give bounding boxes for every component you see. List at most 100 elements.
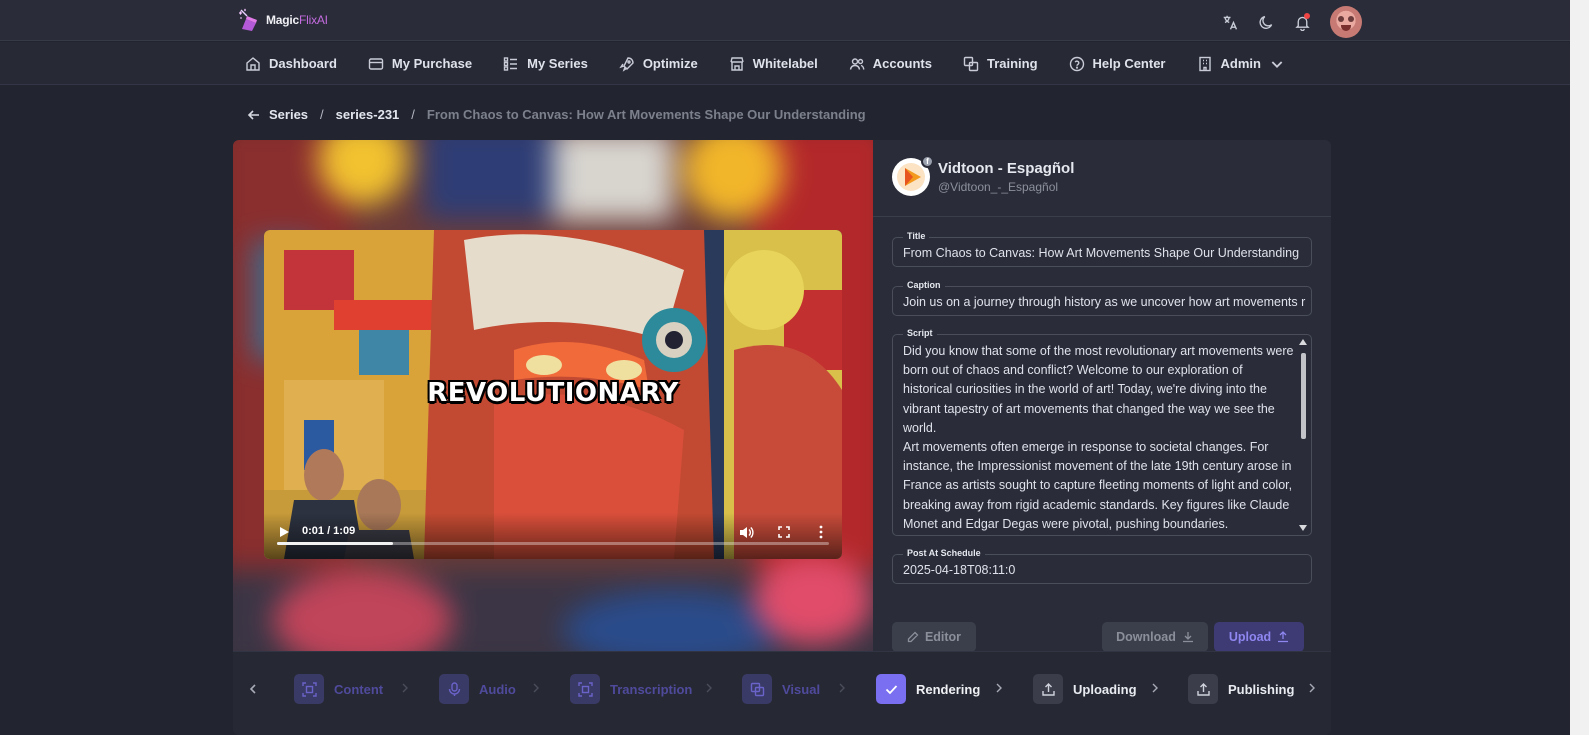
brand-name: MagicFlixAI xyxy=(266,13,328,27)
step-arrow-icon xyxy=(402,683,408,693)
dark-mode-moon-icon[interactable] xyxy=(1248,7,1284,37)
chevron-down-icon xyxy=(1271,60,1283,68)
channel-avatar: f xyxy=(892,155,934,196)
breadcrumb-current: From Chaos to Canvas: How Art Movements … xyxy=(426,107,866,122)
upload-icon xyxy=(1278,631,1289,643)
copy-icon xyxy=(963,56,979,71)
play-icon[interactable] xyxy=(278,526,290,538)
help-circle-icon xyxy=(1069,56,1084,71)
nav-help-center[interactable]: Help Center xyxy=(1069,56,1166,72)
panel-divider xyxy=(873,216,1331,217)
magic-hat-icon xyxy=(239,8,257,31)
nav-admin[interactable]: Admin xyxy=(1197,56,1285,72)
notification-dot xyxy=(1304,13,1310,19)
step-transcription[interactable]: Transcription xyxy=(570,674,692,704)
video-controls: 0:01 / 1:09 xyxy=(264,513,842,559)
caption-label: Caption xyxy=(903,280,945,290)
channel-handle: @Vidtoon_-_Espagñol xyxy=(938,180,1059,194)
download-button[interactable]: Download xyxy=(1102,622,1208,652)
nav-dashboard[interactable]: Dashboard xyxy=(245,56,337,72)
video-progress-bar[interactable] xyxy=(277,542,829,545)
scan-icon xyxy=(294,674,324,704)
step-arrow-icon xyxy=(533,683,539,693)
more-options-icon[interactable] xyxy=(818,525,824,539)
brand-logo[interactable]: MagicFlixAI xyxy=(236,7,328,33)
check-icon xyxy=(876,674,906,704)
breadcrumb-series[interactable]: Series xyxy=(269,107,308,122)
nav-my-series[interactable]: My Series xyxy=(503,56,588,72)
video-time: 0:01 / 1:09 xyxy=(302,525,356,537)
step-arrow-icon xyxy=(839,683,845,693)
step-visual[interactable]: Visual xyxy=(742,674,820,704)
upload-icon xyxy=(1033,674,1063,704)
nav-accounts[interactable]: Accounts xyxy=(849,56,932,72)
breadcrumb: Series / series-231 / From Chaos to Canv… xyxy=(247,107,866,122)
main-nav: Dashboard My Purchase My Series Optimize… xyxy=(0,42,1570,85)
step-arrow-icon xyxy=(706,683,712,693)
details-panel: f Vidtoon - Espagñol @Vidtoon_-_Espagñol… xyxy=(873,140,1331,652)
breadcrumb-separator: / xyxy=(320,107,324,122)
chevron-left-icon[interactable] xyxy=(247,683,259,695)
nav-my-purchase[interactable]: My Purchase xyxy=(368,56,472,72)
scan-icon xyxy=(570,674,600,704)
title-field[interactable]: Title From Chaos to Canvas: How Art Move… xyxy=(892,231,1312,268)
nav-training[interactable]: Training xyxy=(963,56,1038,72)
building-icon xyxy=(1198,56,1211,71)
script-textarea[interactable]: Did you know that some of the most revol… xyxy=(903,342,1295,534)
credit-card-icon xyxy=(368,57,384,70)
page-scrollbar[interactable] xyxy=(1570,0,1589,735)
video-progress-fill xyxy=(277,542,393,545)
video-player[interactable]: REVOLUTIONARY 0:01 / 1:09 xyxy=(264,230,842,559)
video-caption-overlay: REVOLUTIONARY xyxy=(427,378,679,408)
scroll-down-arrow-icon[interactable] xyxy=(1299,525,1307,531)
store-icon xyxy=(730,56,744,71)
step-content[interactable]: Content xyxy=(294,674,383,704)
step-publishing[interactable]: Publishing xyxy=(1188,674,1294,704)
breadcrumb-series-id[interactable]: series-231 xyxy=(336,107,400,122)
schedule-field[interactable]: Post At Schedule 2025-04-18T08:11:0 xyxy=(892,548,1312,585)
caption-field[interactable]: Caption Join us on a journey through his… xyxy=(892,280,1312,317)
upload-button[interactable]: Upload xyxy=(1214,622,1304,652)
nav-optimize[interactable]: Optimize xyxy=(619,56,698,72)
video-preview-area: REVOLUTIONARY 0:01 / 1:09 xyxy=(233,140,873,651)
breadcrumb-separator: / xyxy=(411,107,415,122)
script-field[interactable]: Script Did you know that some of the mos… xyxy=(892,328,1312,536)
step-arrow-icon xyxy=(996,683,1002,693)
channel-name: Vidtoon - Espagñol xyxy=(938,160,1075,177)
script-label: Script xyxy=(903,328,937,338)
top-actions xyxy=(1212,6,1362,38)
facebook-badge-icon: f xyxy=(921,155,934,168)
nav-whitelabel[interactable]: Whitelabel xyxy=(729,56,818,72)
step-arrow-icon xyxy=(1309,683,1315,693)
title-input[interactable]: From Chaos to Canvas: How Art Movements … xyxy=(893,238,1311,268)
caption-input[interactable]: Join us on a journey through history as … xyxy=(893,287,1311,317)
step-rendering[interactable]: Rendering xyxy=(876,674,980,704)
download-icon xyxy=(1182,632,1193,643)
notification-bell-icon[interactable] xyxy=(1284,7,1320,37)
users-icon xyxy=(849,57,865,70)
volume-icon[interactable] xyxy=(739,525,754,540)
translate-icon[interactable] xyxy=(1212,7,1248,37)
back-arrow-icon[interactable] xyxy=(247,108,261,122)
fullscreen-icon[interactable] xyxy=(778,526,790,538)
pencil-icon xyxy=(907,631,919,643)
scroll-up-arrow-icon[interactable] xyxy=(1299,339,1307,345)
user-avatar[interactable] xyxy=(1330,6,1362,38)
workflow-stepper: Content Audio Transcription Visual Rende… xyxy=(233,651,1331,735)
list-icon xyxy=(503,56,518,71)
rocket-icon xyxy=(619,56,634,72)
step-audio[interactable]: Audio xyxy=(439,674,516,704)
schedule-input[interactable]: 2025-04-18T08:11:0 xyxy=(893,555,1311,585)
channel-info: f Vidtoon - Espagñol @Vidtoon_-_Espagñol xyxy=(892,155,1075,196)
editor-button[interactable]: Editor xyxy=(892,622,976,652)
step-arrow-icon xyxy=(1152,683,1158,693)
schedule-label: Post At Schedule xyxy=(903,548,985,558)
script-scrollbar[interactable] xyxy=(1298,339,1308,531)
home-icon xyxy=(246,56,260,71)
microphone-icon xyxy=(439,674,469,704)
title-label: Title xyxy=(903,231,930,241)
step-uploading[interactable]: Uploading xyxy=(1033,674,1137,704)
video-detail-card: REVOLUTIONARY 0:01 / 1:09 f Vidtoon - Es… xyxy=(233,140,1331,735)
upload-icon xyxy=(1188,674,1218,704)
scroll-thumb[interactable] xyxy=(1301,353,1306,439)
